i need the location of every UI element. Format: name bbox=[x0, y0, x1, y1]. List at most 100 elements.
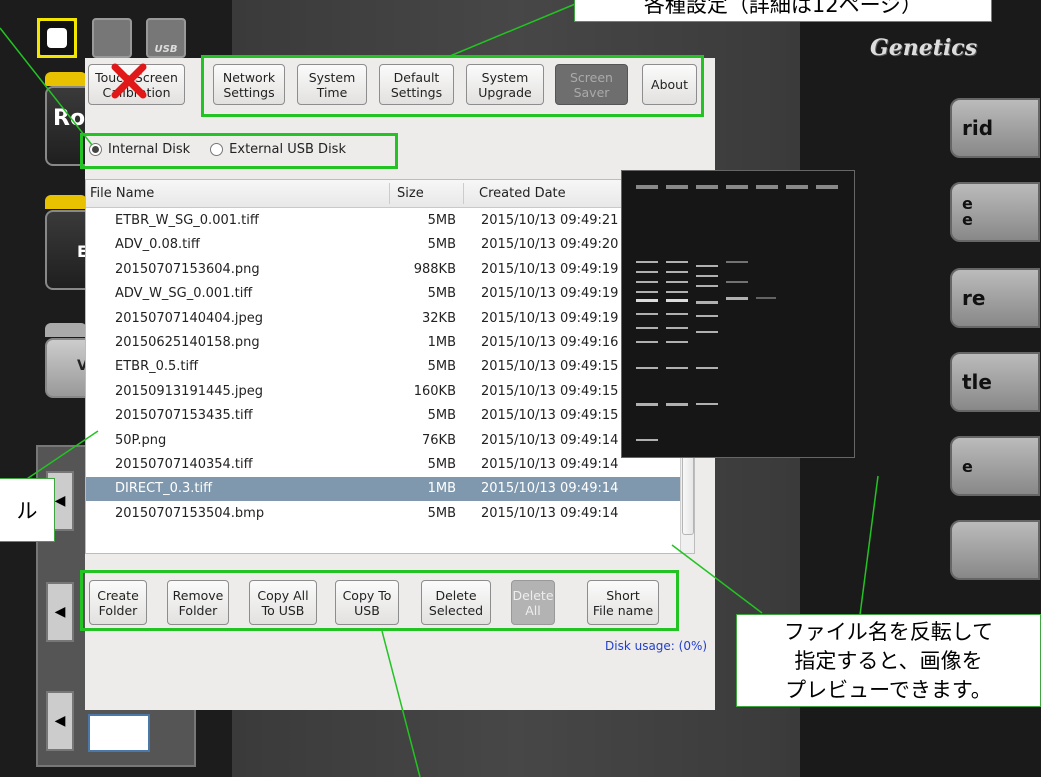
file-size: 1MB bbox=[427, 335, 456, 350]
file-name: 20150913191445.jpeg bbox=[115, 383, 264, 399]
background-ro-label: Ro bbox=[53, 106, 86, 131]
disk-usage-label: Disk usage: (0%) bbox=[605, 639, 708, 653]
file-date: 2015/10/13 09:49:15 bbox=[481, 383, 619, 399]
right-button-tle[interactable]: tle bbox=[950, 352, 1040, 412]
file-name: 20150625140158.png bbox=[115, 335, 260, 350]
system-upgrade-button[interactable]: System Upgrade bbox=[466, 64, 544, 105]
file-date: 2015/10/13 09:49:19 bbox=[481, 261, 619, 277]
system-time-button[interactable]: System Time bbox=[297, 64, 367, 105]
file-name: ETBR_W_SG_0.001.tiff bbox=[115, 213, 259, 228]
file-row[interactable]: ADV_W_SG_0.001.tiff 5MB 2015/10/13 09:49:1… bbox=[86, 282, 681, 306]
default-settings-button[interactable]: Default Settings bbox=[379, 64, 454, 105]
right-button-re[interactable]: re bbox=[950, 268, 1040, 328]
create-folder-button[interactable]: Create Folder bbox=[89, 580, 147, 625]
file-row[interactable]: ETBR_0.5.tiff 5MB 2015/10/13 09:49:15 bbox=[86, 355, 681, 379]
left-callout: ル bbox=[0, 478, 55, 542]
file-size: 1MB bbox=[427, 481, 456, 497]
red-x-icon bbox=[111, 63, 147, 99]
left-arrow-button[interactable]: ◀ bbox=[46, 582, 74, 642]
top-callout: 各種設定（詳細は12ページ） bbox=[574, 0, 992, 22]
file-size: 5MB bbox=[427, 359, 456, 375]
file-name: ADV_W_SG_0.001.tiff bbox=[115, 286, 253, 302]
file-date: 2015/10/13 09:49:21 bbox=[481, 213, 619, 228]
file-date: 2015/10/13 09:49:15 bbox=[481, 408, 619, 424]
usb-icon[interactable]: USB bbox=[146, 18, 186, 58]
file-date: 2015/10/13 09:49:16 bbox=[481, 335, 619, 350]
right-button-label: e e bbox=[962, 194, 973, 229]
left-callout-text: ル bbox=[16, 499, 38, 523]
file-row[interactable]: ADV_0.08.tiff 5MB 2015/10/13 09:49:20 bbox=[86, 233, 681, 257]
gray-tab bbox=[45, 323, 87, 337]
file-row[interactable]: DIRECT_0.3.tiff 1MB 2015/10/13 09:49:14 bbox=[86, 477, 681, 502]
screen-saver-button[interactable]: Screen Saver bbox=[555, 64, 628, 105]
file-size: 5MB bbox=[427, 286, 456, 302]
right-button-rid[interactable]: rid bbox=[950, 98, 1040, 158]
right-button-label: rid bbox=[962, 116, 994, 140]
file-date: 2015/10/13 09:49:19 bbox=[481, 286, 619, 302]
file-size: 5MB bbox=[427, 237, 456, 253]
copy-to-usb-button[interactable]: Copy To USB bbox=[335, 580, 399, 625]
file-date: 2015/10/13 09:49:20 bbox=[481, 237, 619, 253]
file-size: 5MB bbox=[427, 457, 456, 472]
file-size: 76KB bbox=[422, 432, 456, 448]
file-size: 988KB bbox=[413, 261, 456, 277]
right-button-label: tle bbox=[962, 370, 992, 394]
file-date: 2015/10/13 09:49:14 bbox=[481, 457, 619, 472]
file-name: 50P.png bbox=[115, 432, 167, 448]
network-settings-button[interactable]: Network Settings bbox=[213, 64, 285, 105]
external-usb-label[interactable]: External USB Disk bbox=[229, 142, 346, 157]
file-row[interactable]: 20150707140404.jpeg 32KB 2015/10/13 09:49:… bbox=[86, 307, 681, 331]
top-callout-text: 各種設定（詳細は12ページ） bbox=[643, 0, 923, 17]
gel-image bbox=[622, 171, 854, 457]
internal-disk-radio[interactable] bbox=[89, 143, 102, 156]
column-file-name[interactable]: File Name bbox=[90, 186, 154, 201]
file-row[interactable]: 50P.png 76KB 2015/10/13 09:49:14 bbox=[86, 429, 681, 453]
yellow-tab bbox=[45, 195, 87, 209]
file-date: 2015/10/13 09:49:14 bbox=[481, 481, 619, 497]
file-row[interactable]: ETBR_W_SG_0.001.tiff 5MB 2015/10/13 09:49:… bbox=[86, 209, 681, 233]
internal-disk-label[interactable]: Internal Disk bbox=[108, 142, 190, 157]
file-row[interactable]: 20150707153604.png 988KB 2015/10/13 09:49:… bbox=[86, 258, 681, 282]
right-button-blank[interactable] bbox=[950, 520, 1040, 580]
file-row[interactable]: 20150913191445.jpeg 160KB 2015/10/13 09:49… bbox=[86, 380, 681, 404]
color-swatch[interactable] bbox=[88, 714, 150, 752]
usb-icon-label: USB bbox=[154, 44, 178, 55]
file-name: 20150707140404.jpeg bbox=[115, 310, 264, 326]
image-preview bbox=[621, 170, 855, 458]
right-button-e2[interactable]: e bbox=[950, 436, 1040, 496]
file-size: 5MB bbox=[427, 505, 456, 521]
short-file-name-button[interactable]: Short File name bbox=[587, 580, 659, 625]
file-name: ETBR_0.5.tiff bbox=[115, 359, 199, 375]
file-date: 2015/10/13 09:49:15 bbox=[481, 359, 619, 375]
left-arrow-button[interactable]: ◀ bbox=[46, 691, 74, 751]
file-name: ADV_0.08.tiff bbox=[115, 237, 200, 253]
right-button-label: re bbox=[962, 286, 986, 310]
camera-highlight bbox=[37, 18, 77, 58]
delete-selected-button[interactable]: Delete Selected bbox=[421, 580, 491, 625]
right-button-e[interactable]: e e bbox=[950, 182, 1040, 242]
file-row[interactable]: 20150707153504.bmp 5MB 2015/10/13 09:49:14 bbox=[86, 502, 681, 526]
file-size: 160KB bbox=[413, 383, 456, 399]
yellow-tab bbox=[45, 72, 87, 86]
delete-all-button[interactable]: Delete All bbox=[511, 580, 555, 625]
external-usb-radio[interactable] bbox=[210, 143, 224, 156]
file-row[interactable]: 20150625140158.png 1MB 2015/10/13 09:49:16 bbox=[86, 331, 681, 355]
file-list: File Name Size Created Date ETBR_W_SG_0.… bbox=[85, 179, 695, 554]
file-list-header: File Name Size Created Date bbox=[86, 180, 681, 208]
file-size: 5MB bbox=[427, 408, 456, 424]
column-created-date[interactable]: Created Date bbox=[479, 186, 566, 201]
file-date: 2015/10/13 09:49:14 bbox=[481, 432, 619, 448]
remove-folder-button[interactable]: Remove Folder bbox=[167, 580, 229, 625]
file-date: 2015/10/13 09:49:14 bbox=[481, 505, 619, 521]
preview-callout-text: ファイル名を反転して 指定すると、画像を プレビューできます。 bbox=[783, 620, 994, 702]
right-button-label: e bbox=[962, 456, 973, 476]
file-name: 20150707153435.tiff bbox=[115, 408, 253, 424]
printer-icon[interactable] bbox=[92, 18, 132, 58]
file-size: 5MB bbox=[427, 213, 456, 228]
column-size[interactable]: Size bbox=[397, 186, 424, 201]
file-row[interactable]: 20150707140354.tiff 5MB 2015/10/13 09:49:1… bbox=[86, 453, 681, 477]
copy-all-to-usb-button[interactable]: Copy All To USB bbox=[249, 580, 317, 625]
file-name: 20150707153604.png bbox=[115, 261, 260, 277]
file-row[interactable]: 20150707153435.tiff 5MB 2015/10/13 09:49:1… bbox=[86, 404, 681, 428]
about-button[interactable]: About bbox=[642, 64, 697, 105]
